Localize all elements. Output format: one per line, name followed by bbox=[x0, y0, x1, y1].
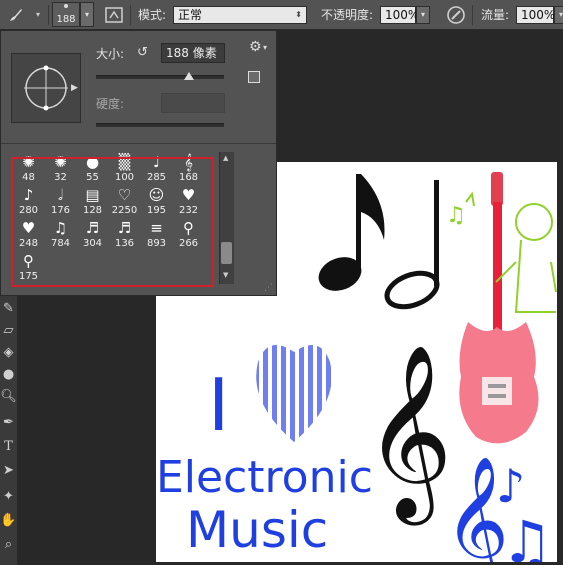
reset-size-icon[interactable]: ↺ bbox=[137, 45, 148, 60]
flow-input[interactable]: 100% bbox=[516, 5, 555, 24]
size-input[interactable]: 188 像素 bbox=[161, 43, 225, 63]
opacity-chevron-icon[interactable]: ▾ bbox=[416, 5, 430, 24]
scroll-thumb[interactable] bbox=[221, 242, 232, 264]
zoom-tool-icon[interactable]: ⌕ bbox=[0, 534, 17, 554]
flow-control[interactable]: 100% ▾ bbox=[516, 0, 563, 29]
resize-grip-icon[interactable]: ⋰ bbox=[264, 283, 273, 293]
half-note-art bbox=[384, 180, 440, 310]
mode-select-value: 正常 bbox=[178, 8, 203, 22]
pink-guitar-art bbox=[459, 172, 539, 444]
blue-beamed-notes-art: ♫ bbox=[501, 508, 553, 562]
shape-tool-icon[interactable]: ✦ bbox=[0, 486, 17, 506]
paint-bucket-icon[interactable]: ◈ bbox=[0, 342, 17, 362]
path-selection-icon[interactable]: ➤ bbox=[0, 460, 17, 480]
brush-tool-icon[interactable] bbox=[4, 0, 28, 29]
hand-tool-icon[interactable]: ✋ bbox=[0, 510, 17, 530]
tools-panel: ✎ ▱ ◈ ● 🔍︎ ✒ T ➤ ✦ ✋ ⌕ bbox=[0, 296, 17, 565]
blue-eighth-note-art: ♪ bbox=[496, 459, 525, 513]
brush-size-readout: 188 bbox=[56, 14, 76, 25]
gear-chevron-icon[interactable]: ▾ bbox=[263, 43, 267, 52]
blur-tool-icon[interactable]: ● bbox=[0, 364, 17, 384]
brush-dot-icon bbox=[64, 4, 68, 8]
preset-scrollbar[interactable]: ▲ ▼ bbox=[219, 152, 234, 284]
green-note-art: ♫ bbox=[446, 203, 466, 228]
hardness-input[interactable] bbox=[161, 93, 225, 113]
striped-heart-art bbox=[256, 344, 331, 442]
dodge-tool-icon[interactable]: 🔍︎ bbox=[0, 386, 17, 406]
scroll-up-icon[interactable]: ▲ bbox=[223, 154, 228, 162]
eraser-tool-icon[interactable]: ▱ bbox=[0, 320, 17, 340]
opacity-input[interactable]: 100% bbox=[380, 5, 419, 24]
canvas-text-i: I bbox=[208, 363, 229, 447]
opacity-control[interactable]: 100% ▾ bbox=[380, 0, 430, 29]
new-preset-icon[interactable] bbox=[248, 71, 260, 83]
updown-arrows-icon: ⬍ bbox=[295, 10, 302, 19]
type-tool-icon[interactable]: T bbox=[0, 436, 17, 456]
mode-label: 模式: bbox=[138, 8, 167, 22]
canvas-text-music: Music bbox=[186, 501, 328, 559]
flow-label: 流量: bbox=[481, 8, 510, 22]
mode-select[interactable]: 正常 ⬍ bbox=[173, 0, 307, 29]
eighth-note-art bbox=[318, 174, 385, 291]
chevron-down-icon[interactable]: ▾ bbox=[80, 2, 94, 27]
gear-icon[interactable]: ⚙ bbox=[249, 39, 262, 55]
scroll-down-icon[interactable]: ▼ bbox=[223, 271, 228, 279]
size-slider[interactable] bbox=[96, 75, 224, 79]
opacity-label: 不透明度: bbox=[321, 8, 374, 22]
brush-tool-icon[interactable]: ✎ bbox=[0, 298, 17, 318]
brush-preset-picker[interactable]: 188 ▾ bbox=[52, 0, 94, 29]
green-sketch-art bbox=[465, 191, 557, 313]
size-label: 大小: bbox=[96, 47, 125, 61]
highlight-selection-box bbox=[11, 157, 214, 287]
pen-tool-icon[interactable]: ✒ bbox=[0, 412, 17, 432]
canvas-text-electronic: Electronic bbox=[156, 452, 373, 503]
brush-panel-toggle-icon[interactable] bbox=[102, 0, 126, 29]
tool-preset-chevron-icon[interactable]: ▾ bbox=[32, 0, 44, 29]
treble-clef-art: 𝄞 bbox=[364, 344, 453, 526]
flow-chevron-icon[interactable]: ▾ bbox=[554, 5, 563, 24]
brush-angle-crosshair-icon bbox=[24, 65, 68, 111]
hardness-label: 硬度: bbox=[96, 97, 125, 111]
hardness-slider[interactable] bbox=[96, 123, 224, 127]
pressure-opacity-icon[interactable] bbox=[443, 0, 469, 29]
preview-arrow-icon[interactable]: ▶ bbox=[71, 83, 78, 93]
size-slider-thumb[interactable] bbox=[184, 72, 194, 80]
options-bar: ▾ 188 ▾ 模式: 正常 ⬍ 不透明度: 100% ▾ 流量: 100% ▾ bbox=[0, 0, 563, 30]
